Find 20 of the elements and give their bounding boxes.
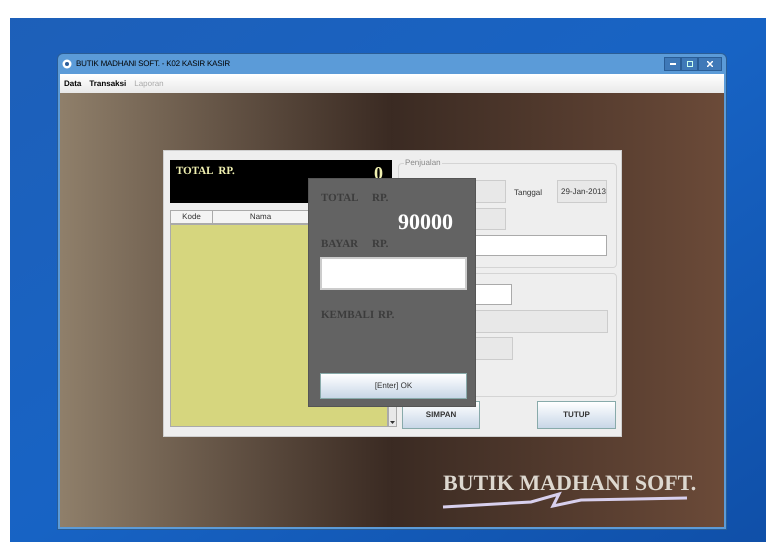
- close-icon: [707, 61, 713, 67]
- group-title: Penjualan: [404, 157, 442, 169]
- action-button[interactable]: TUTUP: [537, 401, 616, 429]
- menu-item[interactable]: Data: [64, 78, 82, 90]
- minimize-icon: [670, 63, 676, 65]
- total-label: TOTAL RP.: [176, 164, 235, 179]
- total-amount: 90000: [398, 208, 453, 236]
- maximize-icon: [686, 61, 692, 67]
- column-header[interactable]: Kode: [171, 211, 213, 223]
- maximize-button[interactable]: [681, 57, 698, 71]
- date-field[interactable]: 29-Jan-2013: [557, 180, 607, 203]
- ok-button[interactable]: [Enter] OK: [320, 373, 467, 399]
- close-button[interactable]: [698, 57, 722, 71]
- window-title: BUTIK MADHANI SOFT. - K02 KASIR KASIR: [76, 58, 230, 70]
- brand-text: BUTIK MADHANI SOFT.: [443, 469, 696, 497]
- minimize-button[interactable]: [664, 57, 681, 71]
- app-icon: [62, 59, 72, 69]
- pay-input-field[interactable]: [320, 257, 467, 290]
- menu-item[interactable]: Transaksi: [89, 78, 126, 90]
- date-label: Tanggal: [514, 187, 542, 199]
